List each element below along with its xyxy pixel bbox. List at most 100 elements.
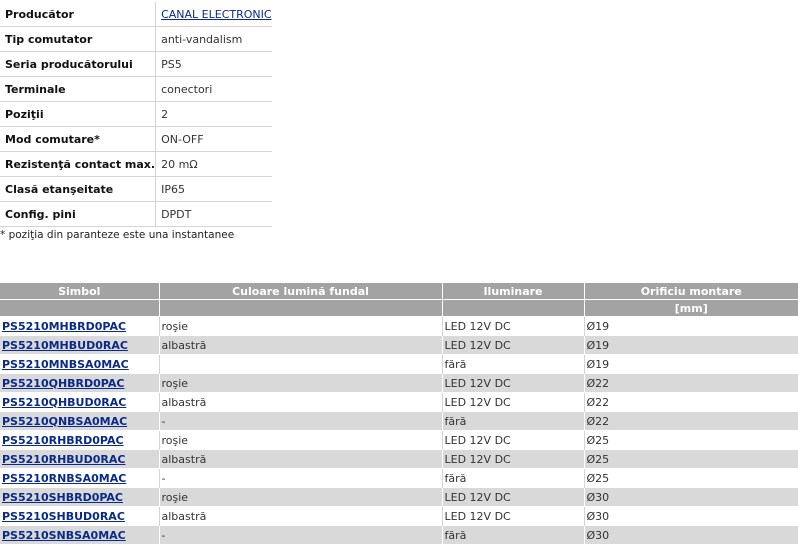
product-code-link[interactable]: PS5210MHBUD0RAC xyxy=(2,339,128,352)
product-code-link[interactable]: PS5210MNBSA0MAC xyxy=(2,358,129,371)
hole-cell: Ø25 xyxy=(583,449,798,469)
hole-cell: Ø22 xyxy=(583,392,798,412)
table-row: PS5210RHBUD0RAC albastră LED 12V DC Ø25 xyxy=(0,449,798,469)
spec-table: Producător CANAL ELECTRONIC Tip comutator a… xyxy=(0,2,272,227)
header-simbol: Simbol xyxy=(0,283,159,300)
illumination-cell: LED 12V DC xyxy=(441,392,584,412)
color-cell: albastră xyxy=(158,506,442,526)
manufacturer-link[interactable]: CANAL ELECTRONIC xyxy=(161,8,271,21)
illumination-cell: LED 12V DC xyxy=(441,449,584,469)
table-row: PS5210SHBUD0RAC albastră LED 12V DC Ø30 xyxy=(0,506,798,526)
product-code-link[interactable]: PS5210MHBRD0PAC xyxy=(2,320,126,333)
symbol-cell: PS5210SHBUD0RAC xyxy=(0,506,159,526)
product-code-link[interactable]: PS5210QHBUD0RAC xyxy=(2,396,126,409)
illumination-cell: fără xyxy=(441,354,584,374)
spec-value: DPDT xyxy=(155,201,272,227)
symbol-cell: PS5210MHBUD0RAC xyxy=(0,335,159,355)
spec-key: Mod comutare* xyxy=(0,126,156,152)
spec-row: Seria producătorului PS5 xyxy=(0,51,272,77)
color-cell: roşie xyxy=(158,487,442,507)
unit-iluminare xyxy=(441,299,584,317)
spec-value: 20 mΩ xyxy=(155,151,272,177)
footnote: * poziţia din paranteze este una instant… xyxy=(0,229,235,241)
product-code-link[interactable]: PS5210RHBRD0PAC xyxy=(2,434,124,447)
illumination-cell: LED 12V DC xyxy=(441,506,584,526)
color-cell xyxy=(158,354,442,374)
spec-value-cell: CANAL ELECTRONIC xyxy=(155,2,272,27)
illumination-cell: fără xyxy=(441,525,584,544)
spec-value: 2 xyxy=(155,101,272,127)
illumination-cell: LED 12V DC xyxy=(441,373,584,393)
color-cell: albastră xyxy=(158,449,442,469)
hole-cell: Ø19 xyxy=(583,316,798,336)
spec-value: PS5 xyxy=(155,51,272,77)
hole-cell: Ø19 xyxy=(583,335,798,355)
product-table-body: PS5210MHBRD0PAC roşie LED 12V DC Ø19 PS5210M… xyxy=(0,316,798,544)
color-cell: roşie xyxy=(158,316,442,336)
product-code-link[interactable]: PS5210RNBSA0MAC xyxy=(2,472,126,485)
unit-simbol xyxy=(0,299,159,317)
symbol-cell: PS5210QHBUD0RAC xyxy=(0,392,159,412)
header-culoare: Culoare lumină fundal xyxy=(158,283,442,300)
spec-table-body: Producător CANAL ELECTRONIC Tip comutator a… xyxy=(0,2,272,227)
color-cell: roşie xyxy=(158,373,442,393)
unit-orificiu: [mm] xyxy=(583,299,798,317)
header-iluminare: Iluminare xyxy=(441,283,584,300)
product-code-link[interactable]: PS5210QNBSA0MAC xyxy=(2,415,127,428)
hole-cell: Ø19 xyxy=(583,354,798,374)
spec-row: Poziţii 2 xyxy=(0,101,272,127)
illumination-cell: LED 12V DC xyxy=(441,335,584,355)
product-code-link[interactable]: PS5210QHBRD0PAC xyxy=(2,377,124,390)
symbol-cell: PS5210RHBRD0PAC xyxy=(0,430,159,450)
table-row: PS5210QHBUD0RAC albastră LED 12V DC Ø22 xyxy=(0,392,798,412)
symbol-cell: PS5210SNBSA0MAC xyxy=(0,525,159,544)
hole-cell: Ø25 xyxy=(583,430,798,450)
spec-row: Config. pini DPDT xyxy=(0,201,272,227)
hole-cell: Ø30 xyxy=(583,487,798,507)
spec-key: Terminale xyxy=(0,76,156,102)
symbol-cell: PS5210MNBSA0MAC xyxy=(0,354,159,374)
table-units-row: [mm] xyxy=(0,299,798,317)
table-header-row: Simbol Culoare lumină fundal Iluminare O… xyxy=(0,283,798,300)
color-cell: roşie xyxy=(158,430,442,450)
spec-value: conectori xyxy=(155,76,272,102)
product-code-link[interactable]: PS5210SHBRD0PAC xyxy=(2,491,123,504)
illumination-cell: LED 12V DC xyxy=(441,430,584,450)
table-row: PS5210QNBSA0MAC - fără Ø22 xyxy=(0,411,798,431)
product-code-link[interactable]: PS5210RHBUD0RAC xyxy=(2,453,125,466)
spec-value: ON-OFF xyxy=(155,126,272,152)
table-row: PS5210MHBUD0RAC albastră LED 12V DC Ø19 xyxy=(0,335,798,355)
spec-row: Tip comutator anti-vandalism xyxy=(0,26,272,52)
hole-cell: Ø22 xyxy=(583,411,798,431)
spec-row: Terminale conectori xyxy=(0,76,272,102)
spec-key: Config. pini xyxy=(0,201,156,227)
hole-cell: Ø22 xyxy=(583,373,798,393)
color-cell: - xyxy=(158,525,442,544)
spec-value: IP65 xyxy=(155,176,272,202)
illumination-cell: LED 12V DC xyxy=(441,316,584,336)
product-code-link[interactable]: PS5210SNBSA0MAC xyxy=(2,529,126,542)
color-cell: albastră xyxy=(158,335,442,355)
table-row: PS5210RNBSA0MAC - fără Ø25 xyxy=(0,468,798,488)
spec-row: Mod comutare* ON-OFF xyxy=(0,126,272,152)
product-table: Simbol Culoare lumină fundal Iluminare O… xyxy=(0,283,798,544)
product-code-link[interactable]: PS5210SHBUD0RAC xyxy=(2,510,125,523)
color-cell: - xyxy=(158,411,442,431)
table-row: PS5210RHBRD0PAC roşie LED 12V DC Ø25 xyxy=(0,430,798,450)
header-orificiu: Orificiu montare xyxy=(583,283,798,300)
hole-cell: Ø30 xyxy=(583,506,798,526)
symbol-cell: PS5210QHBRD0PAC xyxy=(0,373,159,393)
symbol-cell: PS5210QNBSA0MAC xyxy=(0,411,159,431)
symbol-cell: PS5210RHBUD0RAC xyxy=(0,449,159,469)
table-row: PS5210QHBRD0PAC roşie LED 12V DC Ø22 xyxy=(0,373,798,393)
symbol-cell: PS5210SHBRD0PAC xyxy=(0,487,159,507)
spec-key: Clasă etanşeitate xyxy=(0,176,156,202)
illumination-cell: fără xyxy=(441,411,584,431)
hole-cell: Ø30 xyxy=(583,525,798,544)
spec-key: Tip comutator xyxy=(0,26,156,52)
spec-key: Producător xyxy=(0,2,156,27)
table-row: PS5210SHBRD0PAC roşie LED 12V DC Ø30 xyxy=(0,487,798,507)
spec-row: Producător CANAL ELECTRONIC xyxy=(0,2,272,27)
table-row: PS5210MNBSA0MAC fără Ø19 xyxy=(0,354,798,374)
spec-row: Clasă etanşeitate IP65 xyxy=(0,176,272,202)
